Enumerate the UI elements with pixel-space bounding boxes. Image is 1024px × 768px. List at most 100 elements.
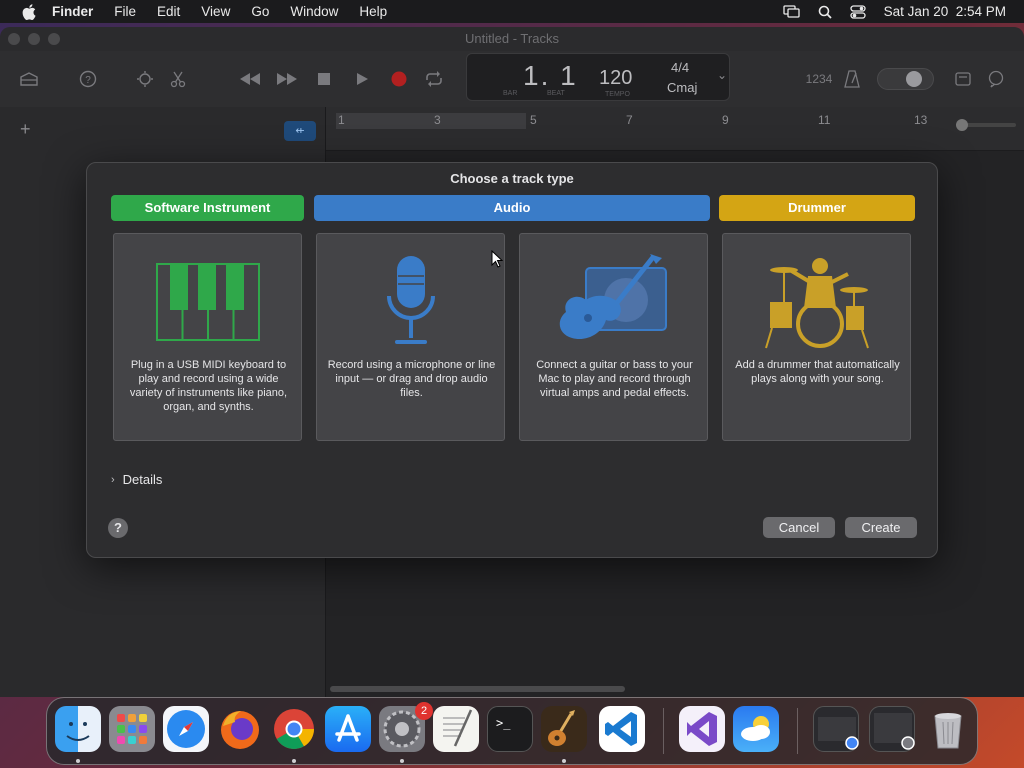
running-indicator: [400, 759, 404, 763]
lcd-key: Cmaj: [667, 80, 698, 95]
audio-microphone-card[interactable]: Record using a microphone or line input …: [316, 233, 505, 441]
menu-bar: Finder File Edit View Go Window Help Sat…: [0, 0, 1024, 23]
metronome-icon[interactable]: [840, 67, 864, 91]
apple-menu-icon[interactable]: [18, 3, 40, 20]
trash-icon[interactable]: [925, 706, 971, 752]
drummer-icon: [723, 252, 910, 352]
rewind-icon[interactable]: [238, 67, 262, 91]
menu-window[interactable]: Window: [290, 4, 338, 19]
master-volume-slider[interactable]: [877, 68, 934, 90]
track-filter-icon[interactable]: ⇷: [284, 121, 316, 141]
lcd-tempo: 120: [599, 67, 633, 89]
horizontal-scrollbar[interactable]: [330, 686, 625, 692]
microphone-icon: [317, 252, 504, 352]
menu-app-finder[interactable]: Finder: [52, 4, 93, 19]
ruler-tick: 13: [914, 113, 928, 127]
menu-go[interactable]: Go: [251, 4, 269, 19]
details-disclosure[interactable]: › Details: [111, 472, 162, 487]
textedit-app-icon[interactable]: [433, 706, 479, 752]
choose-track-type-dialog: Choose a track type Software Instrument …: [86, 162, 938, 558]
record-icon[interactable]: [387, 67, 411, 91]
app-store-app-icon[interactable]: [325, 706, 371, 752]
window-title: Untitled - Tracks: [465, 31, 559, 46]
lcd-bar-beat: 1. 1: [523, 60, 578, 91]
audio-button[interactable]: Audio: [314, 195, 710, 221]
svg-text:?: ?: [85, 75, 91, 86]
dock: 2 >_: [46, 697, 978, 765]
drummer-button[interactable]: Drummer: [719, 195, 915, 221]
cycle-icon[interactable]: [422, 67, 446, 91]
running-indicator: [292, 759, 296, 763]
play-icon[interactable]: [350, 67, 374, 91]
lcd-time-signature: 4/4: [671, 60, 690, 75]
software-instrument-button[interactable]: Software Instrument: [111, 195, 304, 221]
garageband-app-icon[interactable]: [541, 706, 587, 752]
menu-help[interactable]: Help: [359, 4, 387, 19]
chrome-window-thumbnail-icon[interactable]: [813, 706, 859, 752]
cancel-button[interactable]: Cancel: [763, 517, 835, 538]
software-instrument-card[interactable]: Plug in a USB MIDI keyboard to play and …: [113, 233, 302, 441]
safari-app-icon[interactable]: [163, 706, 209, 752]
lcd-beat-label: BEAT: [547, 90, 565, 97]
finder-app-icon[interactable]: [55, 706, 101, 752]
chevron-right-icon: ›: [111, 473, 115, 486]
guitar-amp-icon: [520, 252, 707, 352]
ruler-tick: 11: [818, 113, 831, 127]
chrome-app-icon[interactable]: [271, 706, 317, 752]
stop-icon[interactable]: [312, 67, 336, 91]
lcd-display[interactable]: 1. 1 BAR BEAT 120 TEMPO 4/4 Cmaj ⌄: [466, 53, 730, 101]
card-description: Connect a guitar or bass to your Mac to …: [536, 359, 693, 399]
timeline-ruler[interactable]: 1 3 5 7 9 11 13: [326, 107, 1024, 151]
terminal-app-icon[interactable]: >_: [487, 706, 533, 752]
lcd-tempo-label: TEMPO: [605, 91, 630, 98]
launchpad-app-icon[interactable]: [109, 706, 155, 752]
ruler-tick: 3: [434, 113, 441, 127]
piano-keys-icon: [114, 252, 301, 352]
cycle-region[interactable]: [336, 113, 526, 129]
card-description: Add a drummer that automatically plays a…: [735, 359, 900, 385]
notification-badge: 2: [415, 702, 433, 720]
running-indicator: [562, 759, 566, 763]
card-description: Plug in a USB MIDI keyboard to play and …: [129, 359, 288, 413]
firefox-app-icon[interactable]: [217, 706, 263, 752]
create-button[interactable]: Create: [845, 517, 917, 538]
loop-browser-icon[interactable]: [984, 67, 1008, 91]
zoom-slider[interactable]: [956, 119, 1016, 131]
ruler-tick: 9: [722, 113, 729, 127]
lcd-bar-label: BAR: [503, 90, 518, 97]
notepad-icon[interactable]: [951, 67, 975, 91]
settings-window-thumbnail-icon[interactable]: [869, 706, 915, 752]
menu-view[interactable]: View: [201, 4, 230, 19]
screen-mirroring-icon[interactable]: [783, 5, 800, 18]
help-button[interactable]: ?: [108, 518, 128, 538]
vscode-app-icon[interactable]: [599, 706, 645, 752]
lcd-chevron-down-icon[interactable]: ⌄: [717, 68, 727, 82]
svg-text:>_: >_: [496, 716, 511, 730]
mouse-cursor-icon: [491, 249, 504, 273]
title-bar: Untitled - Tracks: [0, 27, 1024, 51]
drummer-card[interactable]: Add a drummer that automatically plays a…: [722, 233, 911, 441]
spotlight-search-icon[interactable]: [818, 5, 832, 19]
library-icon[interactable]: [17, 67, 41, 91]
control-center-icon[interactable]: [850, 4, 866, 19]
menu-file[interactable]: File: [114, 4, 136, 19]
weather-app-icon[interactable]: [733, 706, 779, 752]
running-indicator: [76, 759, 80, 763]
smart-controls-icon[interactable]: [133, 67, 157, 91]
dock-separator: [797, 708, 798, 754]
fast-forward-icon[interactable]: [275, 67, 299, 91]
visual-studio-app-icon[interactable]: [679, 706, 725, 752]
editors-scissors-icon[interactable]: [166, 67, 190, 91]
ruler-tick: 7: [626, 113, 633, 127]
count-in-icon[interactable]: 1234: [806, 67, 833, 91]
menu-edit[interactable]: Edit: [157, 4, 180, 19]
details-label: Details: [122, 472, 163, 487]
quick-help-icon[interactable]: ?: [76, 67, 100, 91]
menu-clock[interactable]: Sat Jan 20 2:54 PM: [884, 4, 1006, 19]
ruler-tick: 5: [530, 113, 537, 127]
guitar-bass-card[interactable]: Connect a guitar or bass to your Mac to …: [519, 233, 708, 441]
dialog-title: Choose a track type: [450, 171, 574, 186]
add-track-button[interactable]: +: [20, 119, 31, 140]
card-description: Record using a microphone or line input …: [327, 359, 496, 399]
dock-separator: [663, 708, 664, 754]
